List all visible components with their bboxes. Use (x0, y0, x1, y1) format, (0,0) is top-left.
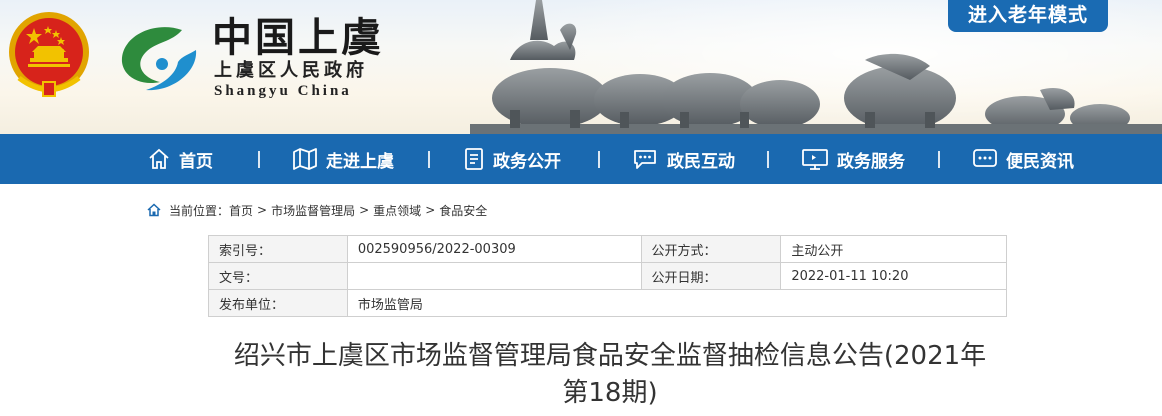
header-banner: 中国上虞 上虞区人民政府 Shangyu China 进入老年模式 (0, 0, 1162, 134)
nav-item-about[interactable]: 走进上虞 (292, 134, 394, 184)
breadcrumb-item-food-safety[interactable]: 食品安全 (439, 202, 487, 219)
site-subtitle-english: Shangyu China (214, 83, 352, 99)
nav-divider (598, 151, 600, 168)
shangyu-swirl-logo-icon (121, 27, 197, 91)
nav-divider (938, 151, 940, 168)
message-icon (973, 149, 997, 167)
map-icon (293, 148, 317, 170)
article-title-line: 绍兴市上虞区市场监督管理局食品安全监督抽检信息公告(2021年 (233, 341, 987, 371)
breadcrumb-item-key-areas[interactable]: 重点领域 (373, 202, 421, 219)
breadcrumb-prefix: 当前位置： (169, 203, 230, 218)
document-number-label: 文号： (208, 262, 348, 290)
nav-item-label: 走进上虞 (326, 151, 394, 172)
publisher-value: 市场监管局 (346, 289, 1008, 317)
nav-item-gov-services[interactable]: 政务服务 (801, 134, 905, 184)
table-row: 文号： 公开日期： 2022-01-11 10:20 (208, 262, 1007, 290)
nav-item-label: 政务服务 (837, 151, 905, 172)
document-number-value (346, 262, 642, 290)
open-mode-label: 公开方式： (640, 235, 782, 263)
nav-item-interaction[interactable]: 政民互动 (631, 134, 735, 184)
index-number-label: 索引号： (208, 235, 348, 263)
home-icon (147, 203, 161, 217)
breadcrumb-separator: > (257, 203, 268, 217)
publisher-label: 发布单位： (208, 289, 348, 317)
nav-divider (258, 151, 260, 168)
open-date-label: 公开日期： (640, 262, 782, 290)
nav-item-public-info[interactable]: 便民资讯 (972, 134, 1074, 184)
nav-item-label: 政民互动 (667, 151, 735, 172)
nav-item-home[interactable]: 首页 (147, 134, 213, 184)
index-number-value: 002590956/2022-00309 (346, 235, 642, 263)
monitor-icon (802, 149, 828, 170)
document-icon (465, 148, 483, 170)
open-mode-value: 主动公开 (780, 235, 1007, 263)
nav-item-label: 首页 (179, 151, 213, 172)
breadcrumb-item-market-bureau[interactable]: 市场监督管理局 (271, 202, 355, 219)
nav-item-gov-affairs[interactable]: 政务公开 (463, 134, 561, 184)
elder-mode-button[interactable]: 进入老年模式 (948, 0, 1108, 32)
open-date-value: 2022-01-11 10:20 (780, 262, 1007, 290)
table-row: 索引号： 002590956/2022-00309 公开方式： 主动公开 (208, 235, 1007, 263)
home-icon (149, 148, 169, 169)
article-title-line: 第18期) (562, 378, 658, 408)
breadcrumb-separator: > (425, 203, 436, 217)
chat-icon (634, 150, 656, 169)
document-meta-table: 索引号： 002590956/2022-00309 公开方式： 主动公开 文号：… (208, 235, 1008, 317)
breadcrumb-separator: > (359, 203, 370, 217)
article-title: 绍兴市上虞区市场监督管理局食品安全监督抽检信息公告(2021年 第18期) (220, 338, 1000, 412)
table-row: 发布单位： 市场监管局 (208, 289, 1008, 317)
nav-divider (767, 151, 769, 168)
main-nav: 首页 走进上虞 政务公开 政民互动 政务服务 便民资讯 (0, 134, 1162, 184)
national-emblem-icon (9, 12, 89, 97)
breadcrumb: 当前位置： 首页 > 市场监督管理局 > 重点领域 > 食品安全 (147, 200, 487, 220)
nav-item-label: 便民资讯 (1006, 151, 1074, 172)
site-subtitle: 上虞区人民政府 (214, 60, 368, 81)
nav-item-label: 政务公开 (493, 151, 561, 172)
breadcrumb-item-home[interactable]: 首页 (229, 202, 253, 219)
nav-divider (428, 151, 430, 168)
site-title: 中国上虞 (212, 14, 384, 61)
